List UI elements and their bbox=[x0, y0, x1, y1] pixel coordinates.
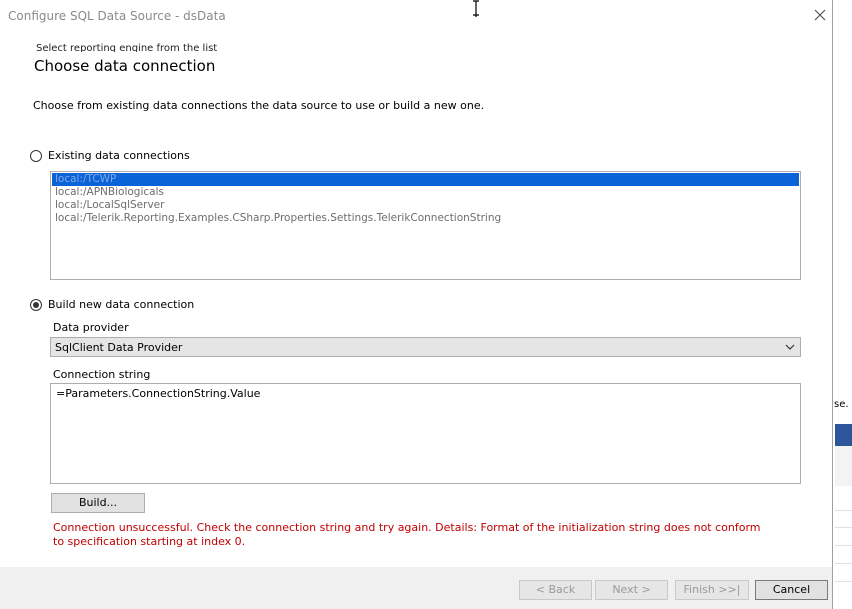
background-text-fragment: se. bbox=[834, 399, 849, 410]
data-provider-select[interactable]: SqlClient Data Provider bbox=[50, 337, 801, 357]
background-divider bbox=[835, 563, 852, 564]
data-provider-value: SqlClient Data Provider bbox=[55, 341, 183, 354]
background-window: se. bbox=[833, 0, 852, 609]
wizard-footer: < Back Next > Finish >>| Cancel bbox=[0, 567, 832, 609]
background-selected-row bbox=[835, 424, 852, 447]
background-divider bbox=[835, 581, 852, 582]
data-provider-label: Data provider bbox=[53, 321, 129, 334]
back-button[interactable]: < Back bbox=[519, 580, 592, 600]
chevron-down-icon bbox=[785, 344, 795, 350]
background-divider bbox=[835, 510, 852, 511]
window-title: Configure SQL Data Source - dsData bbox=[8, 9, 226, 23]
connection-list-item[interactable]: local:/TCWP bbox=[52, 173, 799, 186]
configure-sql-data-source-dialog: Configure SQL Data Source - dsData Selec… bbox=[0, 0, 833, 609]
existing-connections-list[interactable]: local:/TCWP local:/APNBiologicals local:… bbox=[50, 171, 801, 280]
connection-string-value: =Parameters.ConnectionString.Value bbox=[56, 387, 261, 400]
existing-connections-radio[interactable] bbox=[30, 149, 42, 162]
connection-error-message: Connection unsuccessful. Check the conne… bbox=[53, 521, 761, 548]
page-title: Choose data connection bbox=[34, 57, 216, 75]
connection-list-item[interactable]: local:/LocalSqlServer bbox=[52, 199, 799, 212]
connection-list-item[interactable]: local:/APNBiologicals bbox=[52, 186, 799, 199]
build-new-connection-label: Build new data connection bbox=[48, 298, 195, 311]
connection-string-input[interactable]: =Parameters.ConnectionString.Value bbox=[50, 383, 801, 484]
text-cursor-icon bbox=[473, 0, 479, 17]
build-new-connection-option[interactable]: Build new data connection bbox=[30, 298, 194, 311]
close-icon[interactable] bbox=[812, 7, 828, 23]
build-button[interactable]: Build... bbox=[51, 493, 145, 513]
cancel-button[interactable]: Cancel bbox=[755, 580, 828, 600]
finish-button[interactable]: Finish >>| bbox=[675, 580, 749, 600]
background-divider bbox=[835, 545, 852, 546]
connection-list-item[interactable]: local:/Telerik.Reporting.Examples.CSharp… bbox=[52, 212, 799, 225]
background-divider bbox=[835, 527, 852, 528]
next-button[interactable]: Next > bbox=[595, 580, 668, 600]
background-panel bbox=[835, 446, 852, 486]
title-bar: Configure SQL Data Source - dsData bbox=[0, 0, 832, 32]
existing-connections-label: Existing data connections bbox=[48, 149, 190, 162]
build-new-connection-radio[interactable] bbox=[30, 298, 42, 311]
connection-string-label: Connection string bbox=[53, 368, 151, 381]
existing-connections-option[interactable]: Existing data connections bbox=[30, 149, 190, 162]
page-description: Choose from existing data connections th… bbox=[33, 99, 485, 112]
wizard-breadcrumb: Select reporting engine from the list bbox=[36, 43, 218, 52]
